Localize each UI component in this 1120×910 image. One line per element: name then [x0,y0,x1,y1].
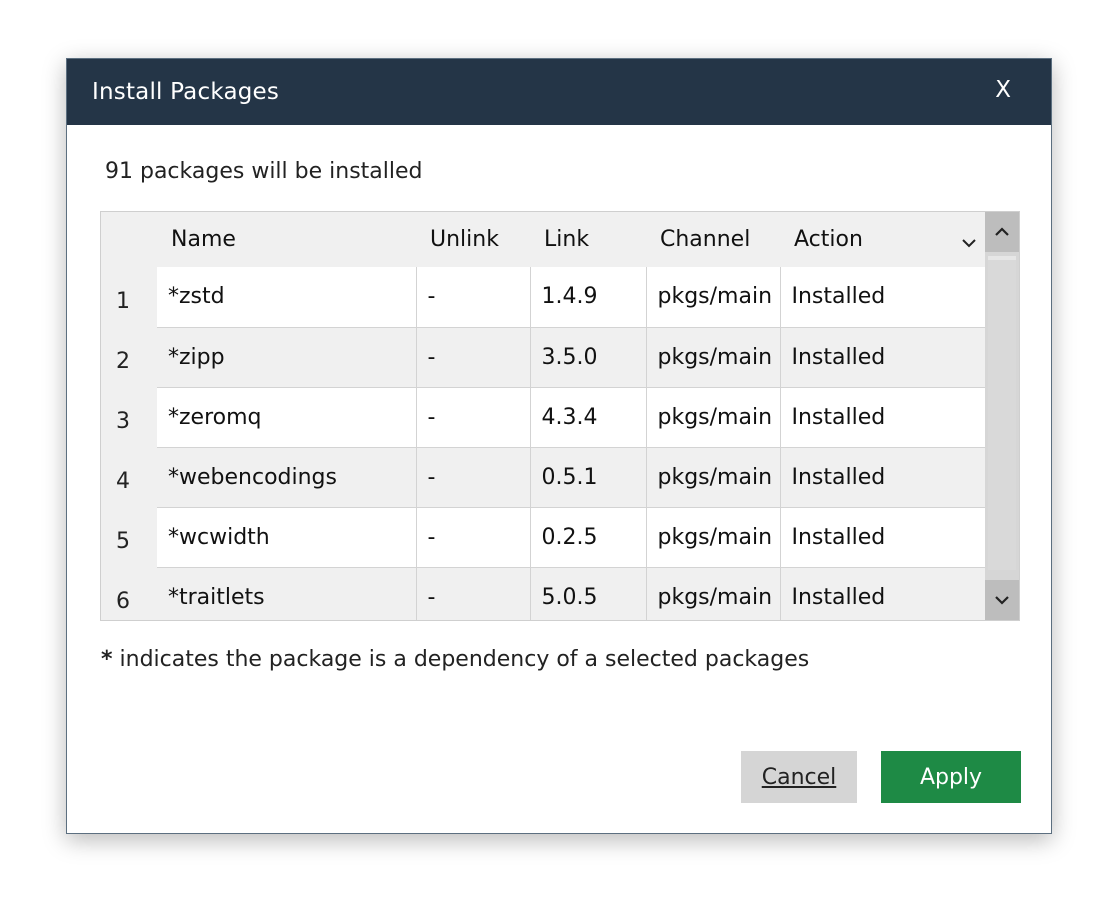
column-header-action-label: Action [794,227,863,252]
dependency-note-text: indicates the package is a dependency of… [112,647,810,672]
row-number: 3 [101,387,157,447]
column-header-name[interactable]: Name [157,212,416,267]
package-channel: pkgs/main [646,567,781,620]
column-header-link[interactable]: Link [530,212,646,267]
package-name: *wcwidth [157,507,417,568]
chevron-up-icon [995,227,1009,236]
dependency-marker: * [101,647,113,672]
package-action: Installed [780,507,985,568]
package-link: 0.5.1 [530,447,647,508]
install-packages-dialog: Install Packages X 91 packages will be i… [66,58,1052,834]
package-name: *webencodings [157,447,417,508]
package-name: *traitlets [157,567,417,620]
close-button[interactable]: X [995,77,1011,103]
package-channel: pkgs/main [646,327,781,388]
row-number: 5 [101,507,157,567]
table-row[interactable]: 1 *zstd - 1.4.9 pkgs/main Installed [101,267,985,328]
corner-cell [101,212,157,267]
column-header-unlink[interactable]: Unlink [416,212,530,267]
package-name: *zstd [157,267,417,328]
table-row[interactable]: 5 *wcwidth - 0.2.5 pkgs/main Installed [101,507,985,568]
install-summary: 91 packages will be installed [105,159,423,184]
table-header-row: Name Unlink Link Channel Action [101,212,985,267]
package-unlink: - [416,447,531,508]
package-action: Installed [780,447,985,508]
package-channel: pkgs/main [646,447,781,508]
package-action: Installed [780,267,985,328]
package-action: Installed [780,327,985,388]
package-link: 0.2.5 [530,507,647,568]
package-name: *zeromq [157,387,417,448]
package-unlink: - [416,387,531,448]
package-link: 3.5.0 [530,327,647,388]
scroll-up-button[interactable] [985,212,1019,252]
package-unlink: - [416,507,531,568]
table-row[interactable]: 6 *traitlets - 5.0.5 pkgs/main Installed [101,567,985,620]
chevron-down-icon[interactable] [961,230,977,255]
dialog-title: Install Packages [92,79,280,105]
apply-button[interactable]: Apply [881,751,1021,803]
chevron-down-icon [995,596,1009,605]
row-number: 6 [101,567,157,620]
package-action: Installed [780,387,985,448]
row-number: 4 [101,447,157,507]
package-link: 5.0.5 [530,567,647,620]
column-header-channel[interactable]: Channel [646,212,780,267]
row-number: 2 [101,327,157,387]
table-row[interactable]: 3 *zeromq - 4.3.4 pkgs/main Installed [101,387,985,448]
vertical-scrollbar[interactable] [985,212,1019,620]
scroll-thumb[interactable] [988,256,1016,570]
title-bar: Install Packages X [67,59,1051,125]
package-channel: pkgs/main [646,387,781,448]
package-unlink: - [416,327,531,388]
table-row[interactable]: 2 *zipp - 3.5.0 pkgs/main Installed [101,327,985,388]
package-link: 4.3.4 [530,387,647,448]
package-unlink: - [416,567,531,620]
package-link: 1.4.9 [530,267,647,328]
package-channel: pkgs/main [646,267,781,328]
dependency-note: * indicates the package is a dependency … [101,647,809,672]
package-name: *zipp [157,327,417,388]
package-channel: pkgs/main [646,507,781,568]
cancel-button[interactable]: Cancel [741,751,857,803]
row-number: 1 [101,267,157,327]
packages-table: Name Unlink Link Channel Action 1 *zstd [100,211,1020,621]
package-unlink: - [416,267,531,328]
scroll-down-button[interactable] [985,580,1019,620]
package-action: Installed [780,567,985,620]
table-row[interactable]: 4 *webencodings - 0.5.1 pkgs/main Instal… [101,447,985,508]
column-header-action[interactable]: Action [780,212,985,267]
